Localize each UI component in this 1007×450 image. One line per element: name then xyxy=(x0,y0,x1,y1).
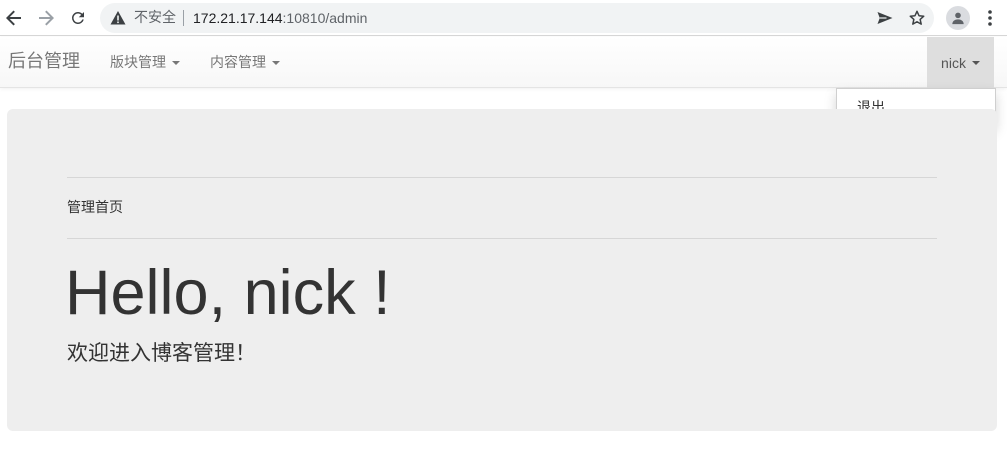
caret-down-icon xyxy=(971,60,980,65)
nav-menu-sections[interactable]: 版块管理 xyxy=(110,53,180,73)
person-icon xyxy=(952,12,964,25)
breadcrumb: 管理首页 xyxy=(67,200,123,216)
divider xyxy=(67,177,937,178)
warning-triangle-icon xyxy=(110,11,126,25)
site-navbar: 后台管理 版块管理 内容管理 nick xyxy=(0,37,1007,88)
caret-down-icon xyxy=(172,61,180,65)
nav-menu-sections-label: 版块管理 xyxy=(110,55,166,71)
star-icon[interactable] xyxy=(908,9,926,27)
username-label: nick xyxy=(941,54,966,71)
kebab-menu-icon xyxy=(988,10,992,26)
nav-menu-content[interactable]: 内容管理 xyxy=(210,53,280,73)
welcome-jumbotron: 管理首页 Hello, nick ! 欢迎进入博客管理！ xyxy=(7,109,997,431)
caret-down-icon xyxy=(272,61,280,65)
reload-button[interactable] xyxy=(66,6,90,30)
arrow-left-icon xyxy=(6,10,21,26)
security-status[interactable]: 不安全 xyxy=(134,10,176,26)
address-separator xyxy=(183,10,184,26)
divider xyxy=(67,238,937,239)
nav-menu-content-label: 内容管理 xyxy=(210,55,266,71)
back-button[interactable] xyxy=(2,6,26,30)
arrow-right-icon xyxy=(39,10,54,26)
page-title: Hello, nick ! xyxy=(65,258,391,328)
browser-toolbar: 不安全 172.21.17.144:10810/admin xyxy=(0,0,1007,36)
reload-icon xyxy=(71,11,84,24)
url-path: :10810/admin xyxy=(282,10,368,26)
browser-menu-button[interactable] xyxy=(982,6,998,30)
navbar-brand[interactable]: 后台管理 xyxy=(8,50,80,74)
profile-button[interactable] xyxy=(946,6,970,30)
url-text[interactable]: 172.21.17.144:10810/admin xyxy=(193,9,367,27)
welcome-subtitle: 欢迎进入博客管理！ xyxy=(67,341,256,365)
address-bar[interactable]: 不安全 172.21.17.144:10810/admin xyxy=(100,3,934,33)
user-menu-toggle[interactable]: nick xyxy=(927,37,994,88)
forward-button[interactable] xyxy=(34,6,58,30)
send-icon[interactable] xyxy=(876,9,894,27)
url-host: 172.21.17.144 xyxy=(193,10,283,26)
